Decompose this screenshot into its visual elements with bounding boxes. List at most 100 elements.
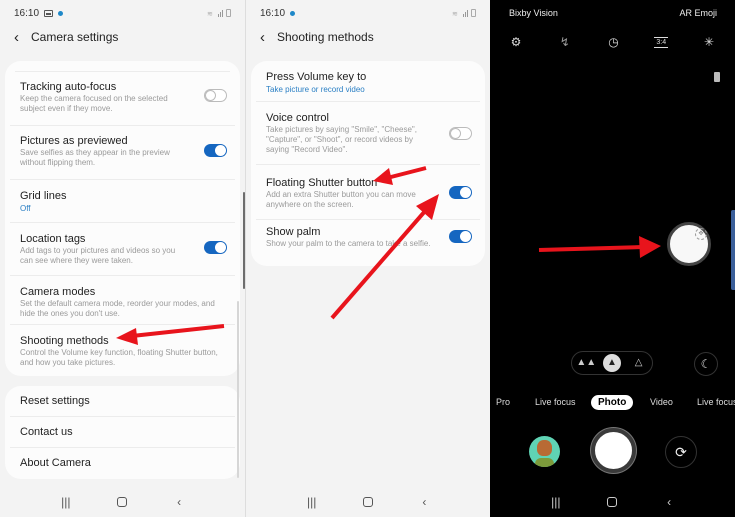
signal-icon: [218, 10, 223, 17]
setting-title: Pictures as previewed: [20, 135, 128, 147]
aspect-ratio-icon[interactable]: 3:4: [654, 36, 669, 48]
battery-icon: [471, 9, 476, 17]
nav-back-button[interactable]: ‹: [659, 495, 679, 509]
status-bar: 16:10 ≋: [260, 7, 476, 19]
status-time: 16:10: [260, 7, 286, 19]
mode-live-focus-2[interactable]: Live focus: [697, 397, 735, 407]
home-button[interactable]: [607, 497, 618, 507]
show-palm-item[interactable]: Show palm Show your palm to the camera t…: [256, 220, 480, 260]
scroll-track: [237, 301, 239, 478]
signal-icon: [463, 10, 468, 17]
camera-mode-selector: Pro Live focus Photo Video Live focus: [490, 393, 735, 411]
setting-value: Off: [20, 204, 31, 213]
timer-off-icon[interactable]: ◷: [606, 35, 622, 49]
press-volume-key-item[interactable]: Press Volume key to Take picture or reco…: [256, 61, 480, 102]
setting-title: Tracking auto-focus: [20, 81, 117, 93]
item-title: About Camera: [20, 457, 91, 469]
home-button[interactable]: [362, 497, 373, 507]
recent-apps-button[interactable]: |||: [302, 495, 322, 509]
tracking-autofocus-toggle[interactable]: [204, 89, 227, 102]
setting-title: Voice control: [266, 112, 329, 124]
pictures-as-previewed-toggle[interactable]: [204, 144, 227, 157]
camera-top-bar: Bixby Vision AR Emoji: [509, 8, 717, 18]
telephoto-lens-icon[interactable]: △: [630, 354, 648, 372]
setting-title: Shooting methods: [20, 335, 109, 347]
setting-title: Location tags: [20, 233, 86, 245]
camera-quick-settings: ⚙ ↯ ◷ 3:4 ✳: [508, 35, 717, 49]
floating-shutter-item[interactable]: Floating Shutter button Add an extra Shu…: [256, 165, 480, 220]
setting-value: Take picture or record video: [266, 85, 365, 94]
shutter-button[interactable]: [591, 428, 636, 473]
settings-icon[interactable]: ⚙: [508, 35, 524, 49]
switch-camera-icon[interactable]: ⟳: [665, 436, 697, 468]
reset-settings-item[interactable]: Reset settings: [10, 386, 235, 417]
voice-control-toggle[interactable]: [449, 127, 472, 140]
contact-us-item[interactable]: Contact us: [10, 417, 235, 448]
mode-video[interactable]: Video: [650, 397, 673, 407]
voice-control-item[interactable]: Voice control Take pictures by saying "S…: [256, 102, 480, 165]
floating-shutter-toggle[interactable]: [449, 186, 472, 199]
navigation-bar: ||| ‹: [246, 487, 490, 517]
about-camera-item[interactable]: About Camera: [10, 448, 235, 479]
setting-grid-lines[interactable]: Grid lines Off: [10, 180, 235, 223]
shooting-methods-card: Press Volume key to Take picture or reco…: [251, 61, 485, 266]
bixby-vision-button[interactable]: Bixby Vision: [509, 8, 558, 18]
recent-apps-button[interactable]: |||: [546, 495, 566, 509]
setting-tracking-autofocus[interactable]: Tracking auto-focus Keep the camera focu…: [10, 72, 235, 126]
camera-screen: Bixby Vision AR Emoji ⚙ ↯ ◷ 3:4 ✳ ✥ ▲▲ ▲…: [490, 0, 735, 517]
setting-pictures-as-previewed[interactable]: Pictures as previewed Save selfies as th…: [10, 126, 235, 180]
setting-subtitle: Show your palm to the camera to take a s…: [266, 239, 431, 248]
setting-subtitle: Add tags to your pictures and videos so …: [20, 246, 176, 265]
floating-shutter-button[interactable]: ✥: [667, 222, 711, 266]
setting-title: Camera modes: [20, 286, 96, 298]
notification-dot-icon: [290, 10, 296, 16]
annotation-arrow-icon: [538, 236, 661, 258]
status-bar: 16:10 ≋: [14, 7, 231, 19]
settings-card: Tracking auto-focus Keep the camera focu…: [5, 61, 240, 376]
page-title: Shooting methods: [277, 30, 374, 44]
setting-subtitle: Set the default camera mode, reorder you…: [20, 299, 215, 318]
wifi-icon: ≋: [452, 11, 458, 18]
navigation-bar: ||| ‹: [490, 487, 735, 517]
status-time: 16:10: [14, 7, 40, 19]
standard-lens-icon[interactable]: ▲: [602, 354, 621, 372]
back-button[interactable]: ‹: [14, 30, 19, 45]
setting-shooting-methods[interactable]: Shooting methods Control the Volume key …: [10, 325, 235, 375]
notification-dot-icon: [58, 10, 64, 16]
back-button[interactable]: ‹: [260, 30, 265, 45]
setting-camera-modes[interactable]: Camera modes Set the default camera mode…: [10, 276, 235, 325]
setting-title: Show palm: [266, 226, 321, 238]
clipped-row: [15, 61, 230, 72]
mode-live-focus[interactable]: Live focus: [535, 397, 576, 407]
mode-pro[interactable]: Pro: [496, 397, 510, 407]
setting-location-tags[interactable]: Location tags Add tags to your pictures …: [10, 223, 235, 276]
setting-title: Grid lines: [20, 190, 67, 202]
setting-subtitle: Add an extra Shutter button you can move…: [266, 190, 416, 209]
footer-card: Reset settings Contact us About Camera: [5, 386, 240, 479]
battery-icon: [226, 9, 231, 17]
page-title: Camera settings: [31, 30, 119, 44]
camera-settings-screen: 16:10 ≋ ‹ Camera settings Tracking auto-…: [0, 0, 245, 517]
lens-selector: ▲▲ ▲ △: [571, 351, 653, 375]
nav-back-button[interactable]: ‹: [414, 495, 434, 509]
gallery-thumbnail[interactable]: [529, 436, 560, 467]
show-palm-toggle[interactable]: [449, 230, 472, 243]
mode-photo[interactable]: Photo: [591, 394, 634, 410]
navigation-bar: ||| ‹: [0, 487, 245, 517]
setting-title: Press Volume key to: [266, 71, 367, 83]
wide-angle-lens-icon[interactable]: ▲▲: [576, 354, 596, 372]
shooting-methods-screen: 16:10 ≋ ‹ Shooting methods Press Volume …: [245, 0, 490, 517]
drag-handle-icon[interactable]: ✥: [695, 228, 707, 240]
flash-off-icon[interactable]: ↯: [557, 35, 573, 49]
page-header: ‹ Shooting methods: [260, 28, 374, 46]
ar-emoji-button[interactable]: AR Emoji: [679, 8, 717, 18]
filter-effects-icon[interactable]: ✳: [701, 35, 717, 49]
location-tags-toggle[interactable]: [204, 241, 227, 254]
wifi-icon: ≋: [207, 11, 213, 18]
page-header: ‹ Camera settings: [14, 28, 118, 46]
home-button[interactable]: [117, 497, 128, 507]
edge-panel-handle[interactable]: [731, 210, 735, 290]
recent-apps-button[interactable]: |||: [56, 495, 76, 509]
night-mode-icon[interactable]: ☾: [694, 352, 718, 376]
nav-back-button[interactable]: ‹: [169, 495, 189, 509]
